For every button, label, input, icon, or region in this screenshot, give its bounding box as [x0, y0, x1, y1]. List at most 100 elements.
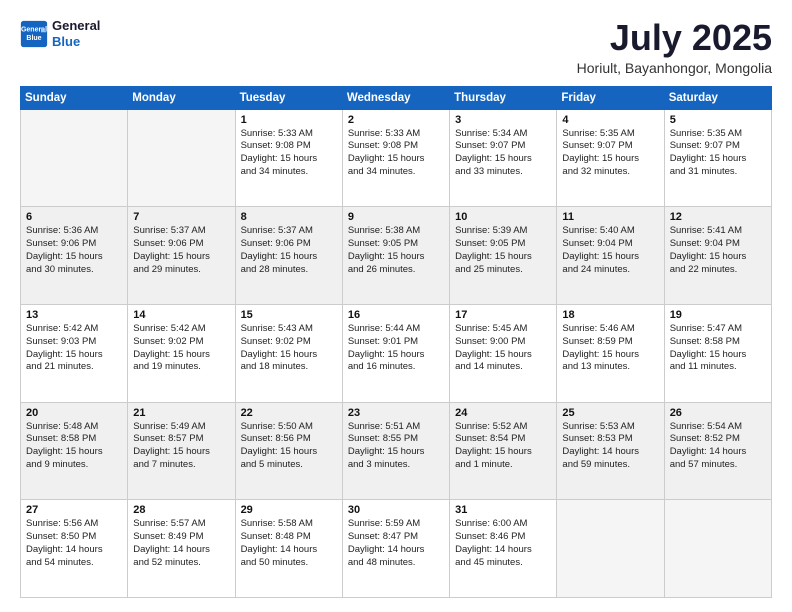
cell-detail: and 57 minutes.	[670, 459, 766, 472]
cell-detail: Daylight: 15 hours	[241, 153, 337, 166]
cell-detail: and 21 minutes.	[26, 361, 122, 374]
cell-detail: Sunset: 8:57 PM	[133, 433, 229, 446]
cell-detail: Sunset: 9:07 PM	[670, 140, 766, 153]
table-row: 26Sunrise: 5:54 AMSunset: 8:52 PMDayligh…	[664, 402, 771, 500]
day-number: 14	[133, 309, 229, 321]
table-row: 19Sunrise: 5:47 AMSunset: 8:58 PMDayligh…	[664, 304, 771, 402]
day-number: 29	[241, 504, 337, 516]
day-number: 30	[348, 504, 444, 516]
cell-detail: Sunset: 8:58 PM	[670, 336, 766, 349]
cell-detail: Sunrise: 5:33 AM	[241, 128, 337, 141]
day-number: 11	[562, 211, 658, 223]
day-number: 1	[241, 114, 337, 126]
table-row: 2Sunrise: 5:33 AMSunset: 9:08 PMDaylight…	[342, 109, 449, 207]
day-number: 18	[562, 309, 658, 321]
cell-detail: Sunset: 9:05 PM	[348, 238, 444, 251]
cell-detail: Daylight: 15 hours	[562, 153, 658, 166]
cell-detail: Sunset: 8:46 PM	[455, 531, 551, 544]
col-friday: Friday	[557, 86, 664, 109]
cell-detail: Sunrise: 5:51 AM	[348, 421, 444, 434]
cell-detail: Sunset: 9:02 PM	[133, 336, 229, 349]
table-row: 14Sunrise: 5:42 AMSunset: 9:02 PMDayligh…	[128, 304, 235, 402]
cell-detail: Sunrise: 5:39 AM	[455, 225, 551, 238]
table-row: 30Sunrise: 5:59 AMSunset: 8:47 PMDayligh…	[342, 500, 449, 598]
day-number: 5	[670, 114, 766, 126]
cell-detail: Sunrise: 5:52 AM	[455, 421, 551, 434]
cell-detail: Sunset: 8:56 PM	[241, 433, 337, 446]
cell-detail: Sunrise: 5:49 AM	[133, 421, 229, 434]
cell-detail: Sunrise: 5:43 AM	[241, 323, 337, 336]
cell-detail: Daylight: 15 hours	[348, 446, 444, 459]
cell-detail: Sunset: 8:58 PM	[26, 433, 122, 446]
cell-detail: Daylight: 15 hours	[455, 349, 551, 362]
cell-detail: Daylight: 15 hours	[26, 251, 122, 264]
cell-detail: Daylight: 14 hours	[26, 544, 122, 557]
cell-detail: Sunset: 8:48 PM	[241, 531, 337, 544]
table-row: 20Sunrise: 5:48 AMSunset: 8:58 PMDayligh…	[21, 402, 128, 500]
day-number: 17	[455, 309, 551, 321]
cell-detail: Daylight: 15 hours	[348, 251, 444, 264]
day-number: 16	[348, 309, 444, 321]
cell-detail: Daylight: 15 hours	[562, 349, 658, 362]
cell-detail: and 59 minutes.	[562, 459, 658, 472]
cell-detail: Sunset: 9:05 PM	[455, 238, 551, 251]
table-row: 22Sunrise: 5:50 AMSunset: 8:56 PMDayligh…	[235, 402, 342, 500]
day-number: 15	[241, 309, 337, 321]
cell-detail: Sunrise: 5:42 AM	[133, 323, 229, 336]
col-wednesday: Wednesday	[342, 86, 449, 109]
cell-detail: Daylight: 15 hours	[670, 349, 766, 362]
cell-detail: and 16 minutes.	[348, 361, 444, 374]
cell-detail: and 24 minutes.	[562, 264, 658, 277]
cell-detail: and 34 minutes.	[241, 166, 337, 179]
day-number: 21	[133, 407, 229, 419]
cell-detail: and 52 minutes.	[133, 557, 229, 570]
table-row: 27Sunrise: 5:56 AMSunset: 8:50 PMDayligh…	[21, 500, 128, 598]
table-row: 8Sunrise: 5:37 AMSunset: 9:06 PMDaylight…	[235, 207, 342, 305]
cell-detail: Sunset: 8:59 PM	[562, 336, 658, 349]
table-row: 6Sunrise: 5:36 AMSunset: 9:06 PMDaylight…	[21, 207, 128, 305]
logo-line1: General	[52, 18, 100, 33]
cell-detail: Sunset: 9:06 PM	[241, 238, 337, 251]
cell-detail: Sunrise: 5:54 AM	[670, 421, 766, 434]
cell-detail: Sunrise: 5:37 AM	[241, 225, 337, 238]
day-number: 6	[26, 211, 122, 223]
cell-detail: Sunrise: 5:48 AM	[26, 421, 122, 434]
day-number: 28	[133, 504, 229, 516]
col-tuesday: Tuesday	[235, 86, 342, 109]
cell-detail: and 32 minutes.	[562, 166, 658, 179]
table-row: 3Sunrise: 5:34 AMSunset: 9:07 PMDaylight…	[450, 109, 557, 207]
col-sunday: Sunday	[21, 86, 128, 109]
calendar-table: Sunday Monday Tuesday Wednesday Thursday…	[20, 86, 772, 598]
cell-detail: Sunrise: 5:46 AM	[562, 323, 658, 336]
day-number: 19	[670, 309, 766, 321]
cell-detail: Sunset: 8:55 PM	[348, 433, 444, 446]
cell-detail: and 9 minutes.	[26, 459, 122, 472]
subtitle: Horiult, Bayanhongor, Mongolia	[577, 60, 772, 76]
cell-detail: Daylight: 15 hours	[26, 446, 122, 459]
cell-detail: and 3 minutes.	[348, 459, 444, 472]
main-title: July 2025	[577, 18, 772, 58]
day-number: 25	[562, 407, 658, 419]
table-row: 21 Sunrise: 5:49 AMSunset: 8:57 PMDayligh…	[128, 402, 235, 500]
table-row: 11Sunrise: 5:40 AMSunset: 9:04 PMDayligh…	[557, 207, 664, 305]
cell-detail: Sunrise: 5:42 AM	[26, 323, 122, 336]
cell-detail: and 50 minutes.	[241, 557, 337, 570]
cell-detail: and 30 minutes.	[26, 264, 122, 277]
logo: General Blue General Blue	[20, 18, 100, 49]
table-row: 17Sunrise: 5:45 AMSunset: 9:00 PMDayligh…	[450, 304, 557, 402]
cell-detail: Sunset: 8:53 PM	[562, 433, 658, 446]
cell-detail: Sunrise: 5:50 AM	[241, 421, 337, 434]
cell-detail: Sunset: 8:52 PM	[670, 433, 766, 446]
table-row: 9Sunrise: 5:38 AMSunset: 9:05 PMDaylight…	[342, 207, 449, 305]
cell-detail: Daylight: 15 hours	[133, 446, 229, 459]
cell-detail: Daylight: 15 hours	[133, 251, 229, 264]
cell-detail: Sunrise: 5:37 AM	[133, 225, 229, 238]
day-number: 31	[455, 504, 551, 516]
table-row: 1Sunrise: 5:33 AMSunset: 9:08 PMDaylight…	[235, 109, 342, 207]
cell-detail: Sunset: 8:47 PM	[348, 531, 444, 544]
cell-detail: Daylight: 14 hours	[241, 544, 337, 557]
cell-detail: Sunrise: 5:44 AM	[348, 323, 444, 336]
cell-detail: Daylight: 14 hours	[562, 446, 658, 459]
title-block: July 2025 Horiult, Bayanhongor, Mongolia	[577, 18, 772, 76]
cell-detail: Sunset: 9:04 PM	[562, 238, 658, 251]
